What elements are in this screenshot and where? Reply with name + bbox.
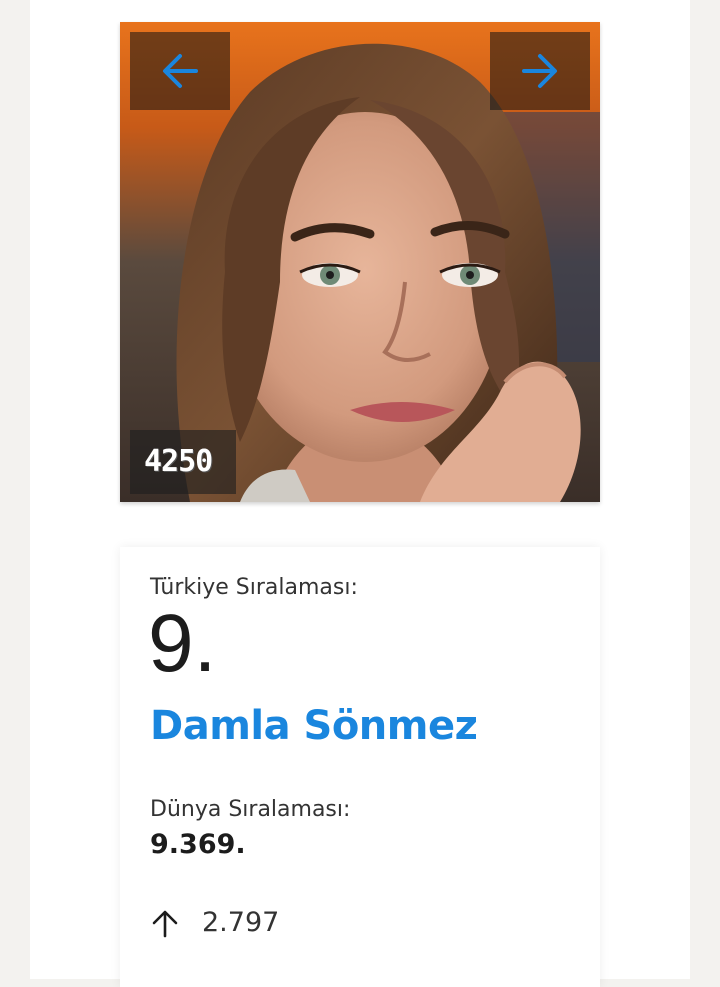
arrow-right-icon <box>522 54 557 88</box>
previous-photo-button[interactable] <box>130 32 230 110</box>
arrow-up-icon <box>152 910 178 937</box>
world-rank-label: Dünya Sıralaması: <box>150 797 351 822</box>
score-badge: 4250 <box>130 430 236 494</box>
ranking-card: Türkiye Sıralaması: 9. Damla Sönmez Düny… <box>120 547 600 987</box>
next-photo-button[interactable] <box>490 32 590 110</box>
arrow-left-icon <box>163 54 198 88</box>
turkey-rank-value: 9. <box>148 598 217 689</box>
world-rank-value: 9.369. <box>150 829 246 860</box>
player-name-link[interactable]: Damla Sönmez <box>150 703 478 749</box>
rank-change-value: 2.797 <box>202 907 280 938</box>
turkey-rank-label: Türkiye Sıralaması: <box>150 575 358 600</box>
page-container: 4250 Türkiye Sıralaması: 9. Damla Sönmez… <box>30 0 690 987</box>
player-photo: 4250 <box>120 22 600 502</box>
rank-change: 2.797 <box>150 907 279 938</box>
